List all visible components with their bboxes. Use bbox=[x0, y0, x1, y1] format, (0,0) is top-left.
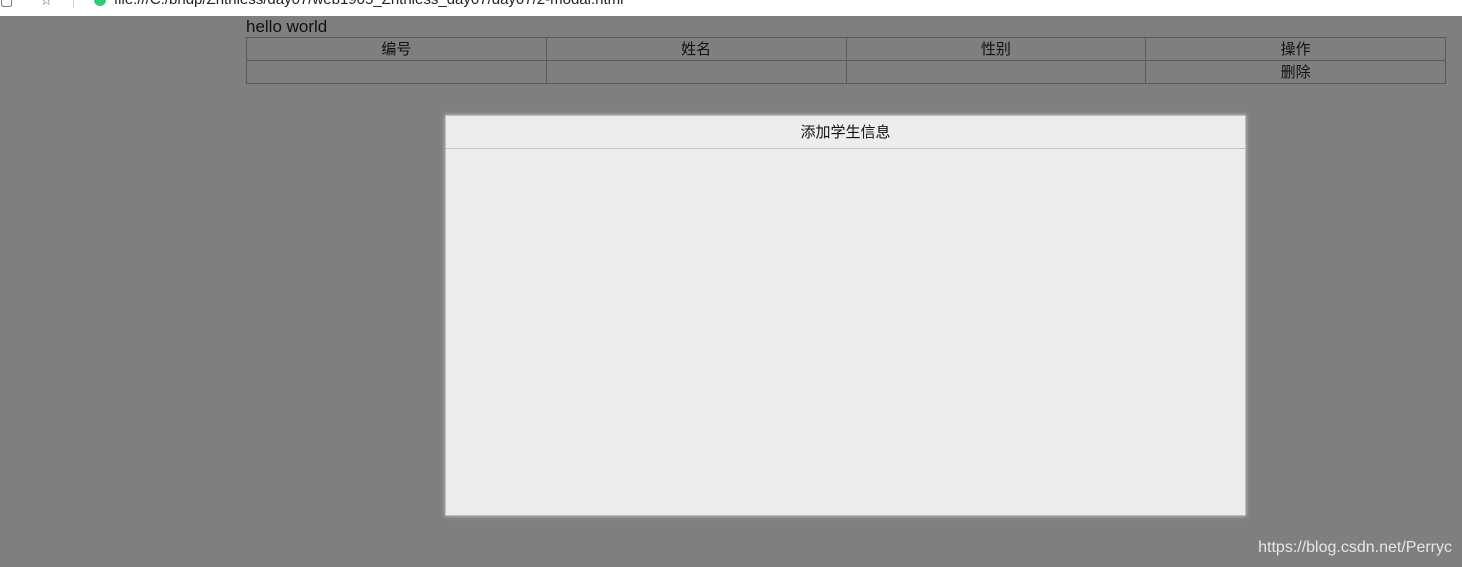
cell-action: 删除 bbox=[1145, 60, 1446, 84]
secure-shield-icon bbox=[94, 0, 106, 6]
table-row: 删除 bbox=[246, 60, 1446, 84]
cell-gender bbox=[845, 60, 1147, 84]
page-icon[interactable]: ▢ bbox=[0, 0, 13, 9]
students-table: 编号 姓名 性别 操作 删除 bbox=[246, 37, 1446, 84]
page-content: hello world 编号 姓名 性别 操作 删除 bbox=[246, 16, 1446, 84]
cell-id bbox=[246, 60, 547, 84]
modal-title: 添加学生信息 bbox=[446, 116, 1245, 149]
bookmark-star-icon[interactable]: ☆ bbox=[40, 0, 53, 9]
add-student-modal: 添加学生信息 bbox=[445, 115, 1246, 516]
page-heading: hello world bbox=[246, 17, 328, 36]
browser-toolbar: ▢ ☆ file:///C:/bhdp/Zhthless/day07/web19… bbox=[0, 0, 1462, 16]
delete-button[interactable]: 删除 bbox=[1281, 63, 1311, 81]
address-bar-url[interactable]: file:///C:/bhdp/Zhthless/day07/web1905_Z… bbox=[114, 0, 623, 9]
header-name: 姓名 bbox=[545, 37, 847, 61]
header-action: 操作 bbox=[1145, 37, 1446, 61]
cell-name bbox=[545, 60, 847, 84]
header-gender: 性别 bbox=[845, 37, 1147, 61]
header-id: 编号 bbox=[246, 37, 547, 61]
table-header-row: 编号 姓名 性别 操作 bbox=[246, 37, 1446, 61]
watermark: https://blog.csdn.net/Perryc bbox=[1258, 539, 1452, 556]
toolbar-divider bbox=[73, 0, 74, 8]
